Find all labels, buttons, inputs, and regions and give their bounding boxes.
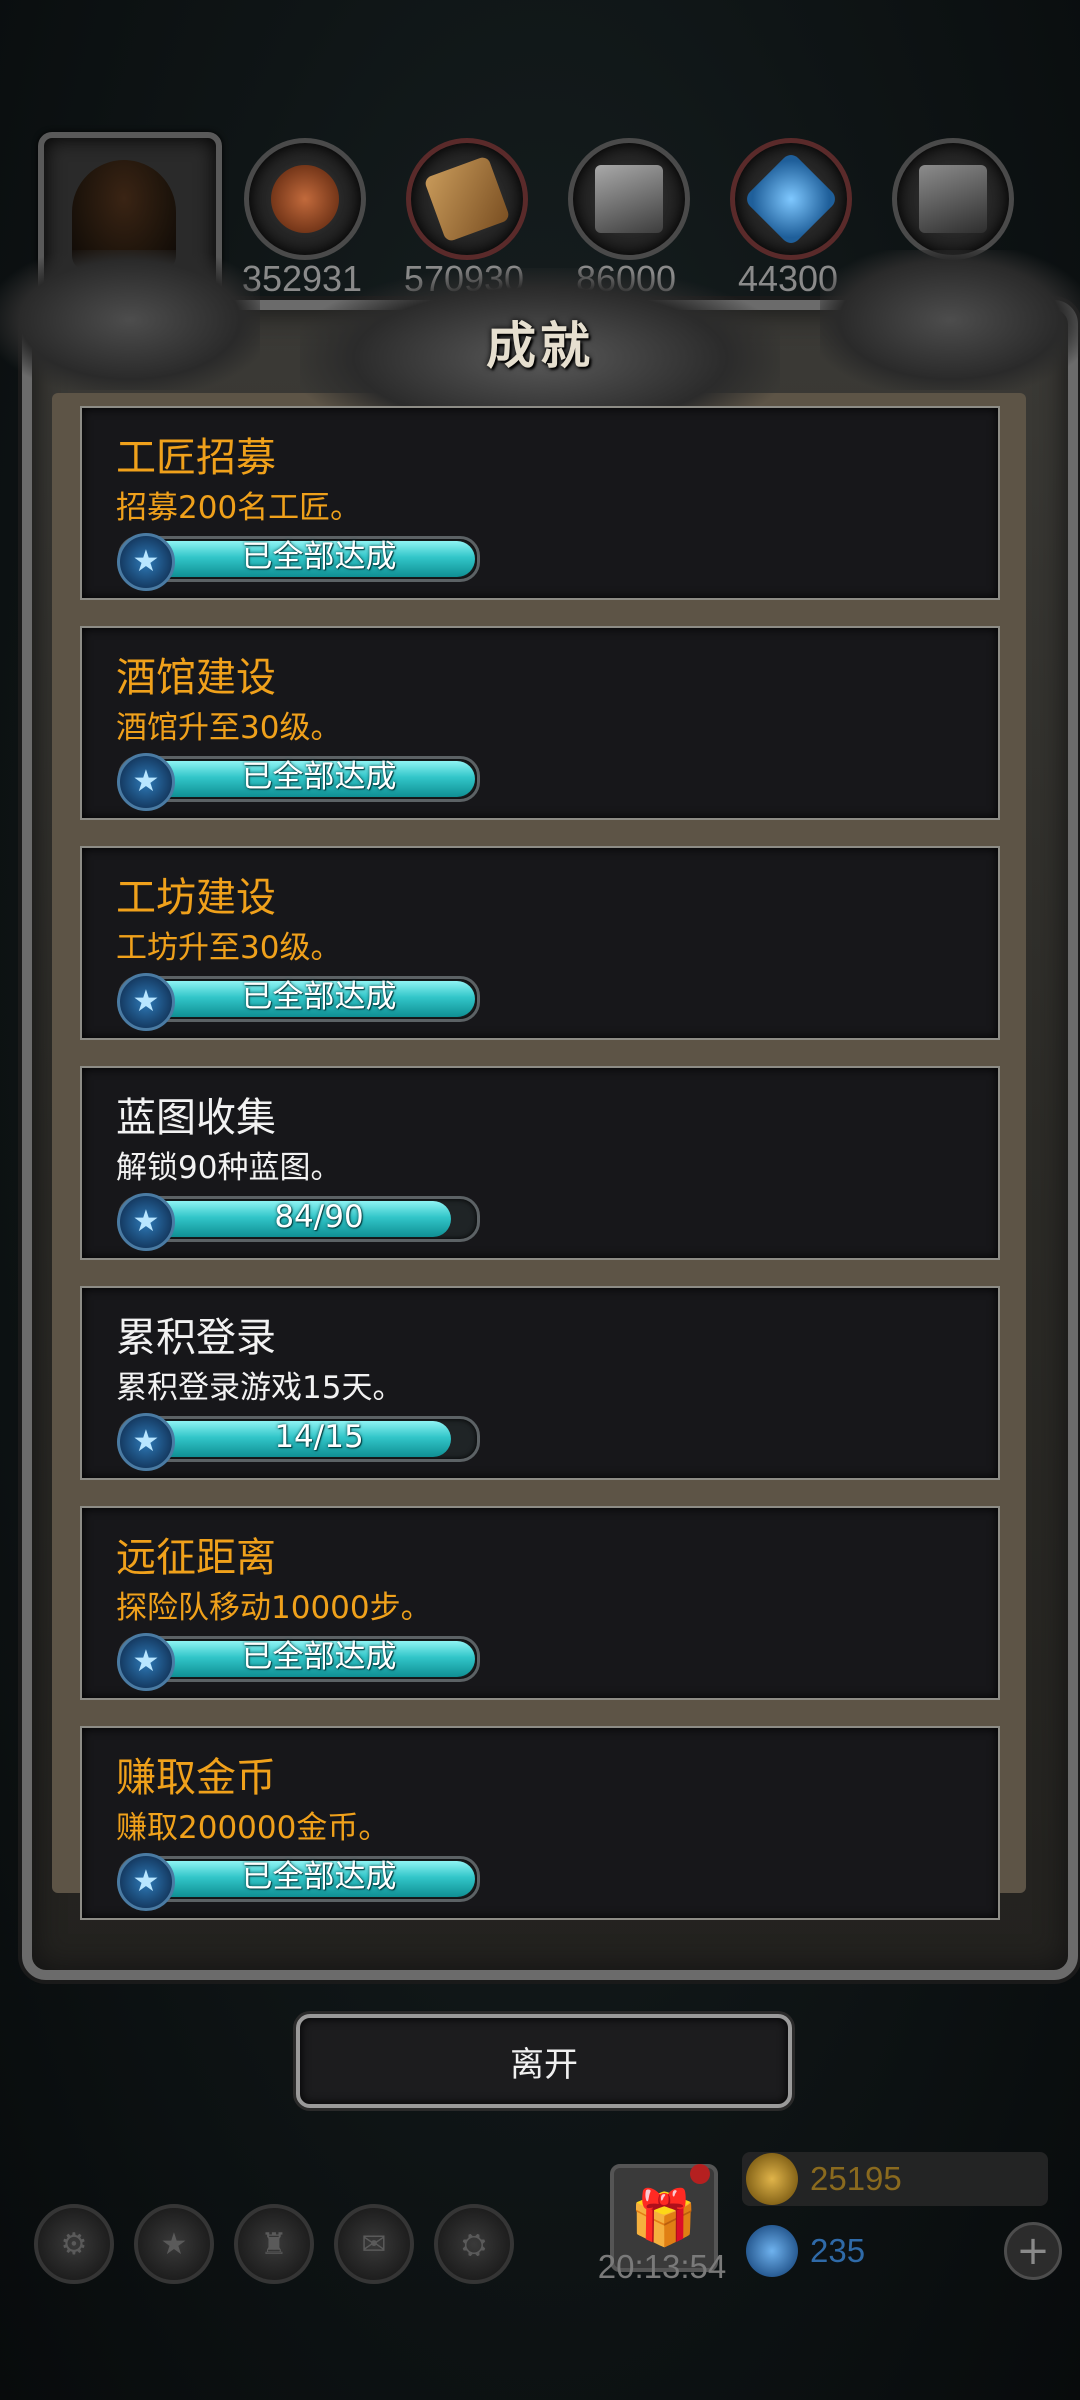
mail-icon[interactable]: ✉ (334, 2204, 414, 2284)
achievement-name: 蓝图收集 (116, 1095, 276, 1141)
achievement-desc: 招募200名工匠。 (116, 490, 362, 526)
achievement-name: 赚取金币 (116, 1755, 276, 1801)
achievement-card: 酒馆建设 酒馆升至30级。 已全部达成 ★ (80, 626, 1000, 820)
star-icon: ★ (117, 1853, 175, 1911)
settings-icon[interactable]: ⚙ (34, 2204, 114, 2284)
achievement-name: 酒馆建设 (116, 655, 276, 701)
star-icon: ★ (117, 533, 175, 591)
gem-icon (746, 2225, 798, 2277)
progress-bar: 已全部达成 ★ (117, 973, 480, 1031)
achievement-card: 蓝图收集 解锁90种蓝图。 84/90 ★ (80, 1066, 1000, 1260)
steel-icon (892, 138, 1014, 260)
progress-bar: 已全部达成 ★ (117, 1633, 480, 1691)
add-currency-button[interactable]: + (1004, 2222, 1062, 2280)
achievement-card: 赚取金币 赚取200000金币。 已全部达成 ★ (80, 1726, 1000, 1920)
meat-icon (244, 138, 366, 260)
star-icon: ★ (117, 1413, 175, 1471)
achievement-card: 远征距离 探险队移动10000步。 已全部达成 ★ (80, 1506, 1000, 1700)
achievement-card: 工坊建设 工坊升至30级。 已全部达成 ★ (80, 846, 1000, 1040)
progress-text: 已全部达成 (241, 759, 397, 795)
wood-icon (406, 138, 528, 260)
progress-bar: 14/15 ★ (117, 1413, 480, 1471)
achievement-desc: 探险队移动10000步。 (116, 1590, 432, 1626)
hero-icon[interactable]: ♜ (234, 2204, 314, 2284)
progress-text: 14/15 (274, 1419, 364, 1455)
gem-amount: 235 (810, 2232, 866, 2269)
iron-icon (568, 138, 690, 260)
achievement-card: 累积登录 累积登录游戏15天。 14/15 ★ (80, 1286, 1000, 1480)
star-icon: ★ (117, 973, 175, 1031)
progress-text: 已全部达成 (241, 1639, 397, 1675)
achievement-desc: 累积登录游戏15天。 (116, 1370, 404, 1406)
gold-display: 25195 (742, 2152, 1048, 2206)
achievement-list: 工匠招募 招募200名工匠。 已全部达成 ★ 酒馆建设 酒馆升至30级。 已全部… (80, 406, 1000, 1946)
achievement-desc: 赚取200000金币。 (116, 1810, 390, 1846)
star-icon: ★ (117, 1633, 175, 1691)
achievement-name: 远征距离 (116, 1535, 276, 1581)
gift-timer: 20:13:54 (597, 2248, 727, 2285)
achievement-name: 工坊建设 (116, 875, 276, 921)
notification-dot (690, 2164, 710, 2184)
dragon-ornament-right (820, 250, 1080, 390)
shop-icon[interactable]: ⛭ (434, 2204, 514, 2284)
gold-coin-icon (746, 2153, 798, 2205)
star-icon: ★ (117, 753, 175, 811)
progress-text: 已全部达成 (241, 979, 397, 1015)
achievement-desc: 工坊升至30级。 (116, 930, 342, 966)
achievement-desc: 解锁90种蓝图。 (116, 1150, 342, 1186)
achievement-card: 工匠招募 招募200名工匠。 已全部达成 ★ (80, 406, 1000, 600)
achievement-name: 工匠招募 (116, 435, 276, 481)
exit-button[interactable]: 离开 (296, 2014, 792, 2108)
crystal-icon (730, 138, 852, 260)
star-icon: ★ (117, 1193, 175, 1251)
progress-text: 84/90 (274, 1199, 364, 1235)
progress-bar: 已全部达成 ★ (117, 753, 480, 811)
panel-title: 成就 (486, 316, 594, 375)
progress-bar: 已全部达成 ★ (117, 1853, 480, 1911)
progress-bar: 84/90 ★ (117, 1193, 480, 1251)
gold-amount: 25195 (810, 2160, 902, 2197)
progress-bar: 已全部达成 ★ (117, 533, 480, 591)
star-icon[interactable]: ★ (134, 2204, 214, 2284)
dragon-ornament-left (0, 250, 260, 390)
achievement-desc: 酒馆升至30级。 (116, 710, 342, 746)
progress-text: 已全部达成 (241, 1859, 397, 1895)
achievement-name: 累积登录 (116, 1315, 276, 1361)
progress-text: 已全部达成 (241, 539, 397, 575)
gem-display: 235 (742, 2224, 1048, 2278)
